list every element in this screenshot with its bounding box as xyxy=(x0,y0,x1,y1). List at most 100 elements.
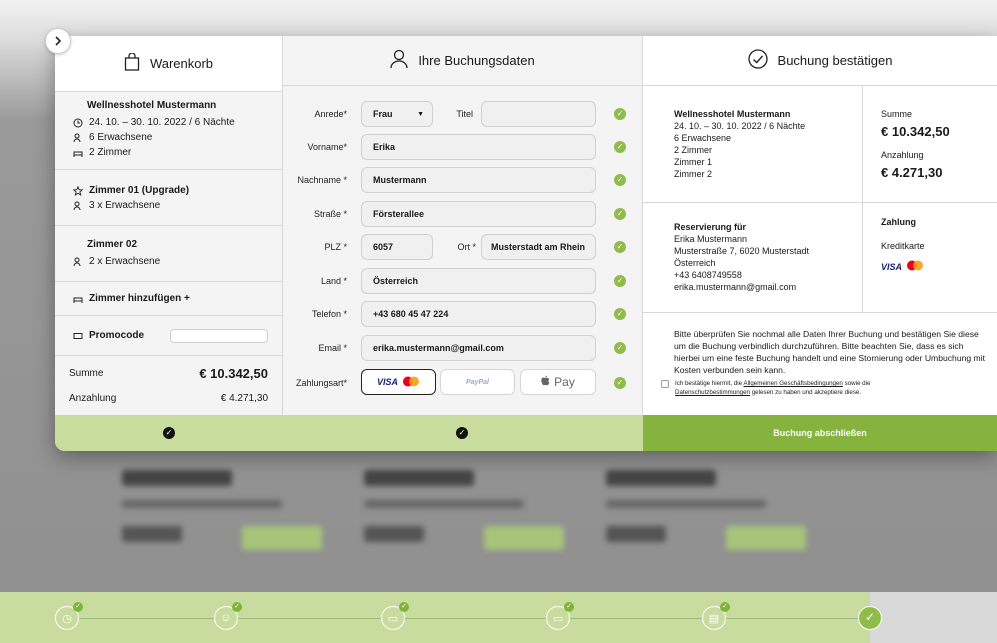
titel-input[interactable] xyxy=(481,101,596,127)
mastercard-icon xyxy=(402,376,420,389)
vorname-input[interactable]: Erika xyxy=(361,134,596,160)
strasse-label: Straße * xyxy=(313,209,347,219)
payment-valid-icon: ✓ xyxy=(614,377,626,389)
terms-link-privacy[interactable]: Datenschutzbestimmungen xyxy=(675,389,750,396)
cart-hotel-section: Wellnesshotel Mustermann 24. 10. – 30. 1… xyxy=(55,92,282,170)
modal-footer-progress: ✓ ✓ xyxy=(55,415,643,451)
sum-label: Summe xyxy=(69,367,104,379)
add-room-button[interactable]: Zimmer hinzufügen + xyxy=(55,282,282,316)
vorname-valid-icon: ✓ xyxy=(614,141,626,153)
telefon-valid-icon: ✓ xyxy=(614,308,626,320)
ticket-icon xyxy=(73,331,83,341)
cart-deposit-row: Anzahlung € 4.271,30 xyxy=(55,390,282,406)
confirm-payment-label: Zahlung xyxy=(881,217,916,227)
confirm-deposit-value: € 4.271,30 xyxy=(881,165,943,180)
step-payment-icon[interactable]: ▤ ✓ xyxy=(702,602,730,630)
telefon-label: Telefon * xyxy=(311,309,347,319)
booking-modal: Warenkorb Wellnesshotel Mustermann 24. 1… xyxy=(55,36,997,451)
applepay-label: Pay xyxy=(554,375,575,389)
confirm-room1: Zimmer 1 xyxy=(674,157,712,167)
telefon-input[interactable]: +43 680 45 47 224 xyxy=(361,301,596,327)
promo-section: Promocode xyxy=(55,316,282,356)
confirm-sum-label: Summe xyxy=(881,109,913,119)
cart-header: Warenkorb xyxy=(55,36,282,92)
hotel-rooms: 2 Zimmer xyxy=(89,147,132,158)
step-guests-icon[interactable]: ☺ ✓ xyxy=(214,602,242,630)
confirm-header: Buchung bestätigen xyxy=(643,36,997,86)
terms-prefix: Ich bestätige hiermit, die xyxy=(675,380,744,387)
anrede-select[interactable]: Frau ▼ xyxy=(361,101,433,127)
ort-input[interactable]: Musterstadt am Rhein xyxy=(481,234,596,260)
plz-label: PLZ * xyxy=(324,242,347,252)
visa-logo: VISA xyxy=(376,377,398,387)
cart-title: Warenkorb xyxy=(149,56,214,71)
terms-mid: sowie die xyxy=(842,380,871,387)
sum-value: € 10.342,50 xyxy=(199,365,268,381)
hotel-name: Wellnesshotel Mustermann xyxy=(87,100,217,111)
terms-row: Ich bestätige hiermit, die Allgemeinen G… xyxy=(661,379,991,397)
collapse-chevron-icon[interactable] xyxy=(45,28,71,54)
ort-label: Ort * xyxy=(457,242,476,252)
complete-booking-button[interactable]: Buchung abschließen xyxy=(643,415,997,451)
payment-option-paypal[interactable]: PayPal xyxy=(440,369,515,395)
terms-link-agb[interactable]: Allgemeinen Geschäftsbedingungen xyxy=(743,380,842,387)
paypal-logo: PayPal xyxy=(466,378,489,386)
terms-checkbox[interactable] xyxy=(661,380,669,388)
promo-label: Promocode xyxy=(89,330,145,341)
room1-guests: 3 x Erwachsene xyxy=(89,200,161,211)
room1-name: Zimmer 01 (Upgrade) xyxy=(89,185,190,196)
confirm-payment-method: Kreditkarte xyxy=(881,241,925,251)
bed-icon xyxy=(73,294,83,304)
nachname-input[interactable]: Mustermann xyxy=(361,167,596,193)
confirm-notice: Bitte überprüfen Sie nochmal alle Daten … xyxy=(674,329,986,375)
add-room-label: Zimmer hinzufügen + xyxy=(89,293,190,304)
user-icon xyxy=(390,49,408,72)
strasse-input[interactable]: Försterallee xyxy=(361,201,596,227)
nachname-label: Nachname * xyxy=(297,175,347,185)
cart-room2-section[interactable]: Zimmer 02 2 x Erwachsene xyxy=(55,226,282,282)
email-label: Email * xyxy=(318,343,347,353)
mastercard-icon xyxy=(906,260,924,274)
confirm-room2: Zimmer 2 xyxy=(674,169,712,179)
step-confirm-icon[interactable]: ✓ xyxy=(858,606,882,630)
booking-progress-bar: ◷ ✓ ☺ ✓ ▭ ✓ ▭ ✓ ▤ ✓ xyxy=(0,592,870,643)
email-input[interactable]: erika.mustermann@gmail.com xyxy=(361,335,596,361)
payment-option-applepay[interactable]: Pay xyxy=(520,369,596,395)
deposit-value: € 4.271,30 xyxy=(220,392,268,404)
hotel-guests: 6 Erwachsene xyxy=(89,132,153,143)
deposit-label: Anzahlung xyxy=(69,392,117,404)
reservation-country: Österreich xyxy=(674,258,716,268)
land-input[interactable]: Österreich xyxy=(361,268,596,294)
confirm-panel: Buchung bestätigen Wellnesshotel Musterm… xyxy=(643,36,997,415)
reservation-label: Reservierung für xyxy=(674,222,747,232)
cart-room1-section[interactable]: Zimmer 01 (Upgrade) 3 x Erwachsene xyxy=(55,170,282,226)
confirm-deposit-label: Anzahlung xyxy=(881,150,924,160)
room2-guests: 2 x Erwachsene xyxy=(89,256,161,267)
reservation-name: Erika Mustermann xyxy=(674,234,748,244)
anrede-label: Anrede* xyxy=(314,109,347,119)
reservation-phone: +43 6408749558 xyxy=(674,270,742,280)
step-dates-icon[interactable]: ◷ ✓ xyxy=(55,602,83,630)
booking-data-title: Ihre Buchungsdaten xyxy=(418,53,535,68)
form-complete-icon: ✓ xyxy=(456,427,468,439)
confirm-reservation: Reservierung für Erika Mustermann Muster… xyxy=(674,221,809,293)
titel-label: Titel xyxy=(456,109,473,119)
payment-label: Zahlungsart* xyxy=(295,378,347,388)
anrede-valid-icon: ✓ xyxy=(614,108,626,120)
progress-bar-remainder xyxy=(870,592,997,643)
terms-suffix: gelesen zu haben und akzeptiere diese. xyxy=(749,389,862,396)
nachname-valid-icon: ✓ xyxy=(614,174,626,186)
clock-icon xyxy=(73,118,83,128)
bed-icon xyxy=(73,148,83,158)
promo-input[interactable] xyxy=(170,328,268,343)
reservation-address: Musterstraße 7, 6020 Musterstadt xyxy=(674,246,810,256)
step-room2-icon[interactable]: ▭ ✓ xyxy=(546,602,574,630)
cart-panel: Warenkorb Wellnesshotel Mustermann 24. 1… xyxy=(55,36,283,415)
step-room1-icon[interactable]: ▭ ✓ xyxy=(381,602,409,630)
confirm-hotel-name: Wellnesshotel Mustermann xyxy=(674,109,791,119)
guests-icon xyxy=(73,257,83,267)
confirm-sum-value: € 10.342,50 xyxy=(881,124,950,139)
payment-option-visa[interactable]: VISA xyxy=(361,369,436,395)
email-valid-icon: ✓ xyxy=(614,342,626,354)
plz-input[interactable]: 6057 xyxy=(361,234,433,260)
